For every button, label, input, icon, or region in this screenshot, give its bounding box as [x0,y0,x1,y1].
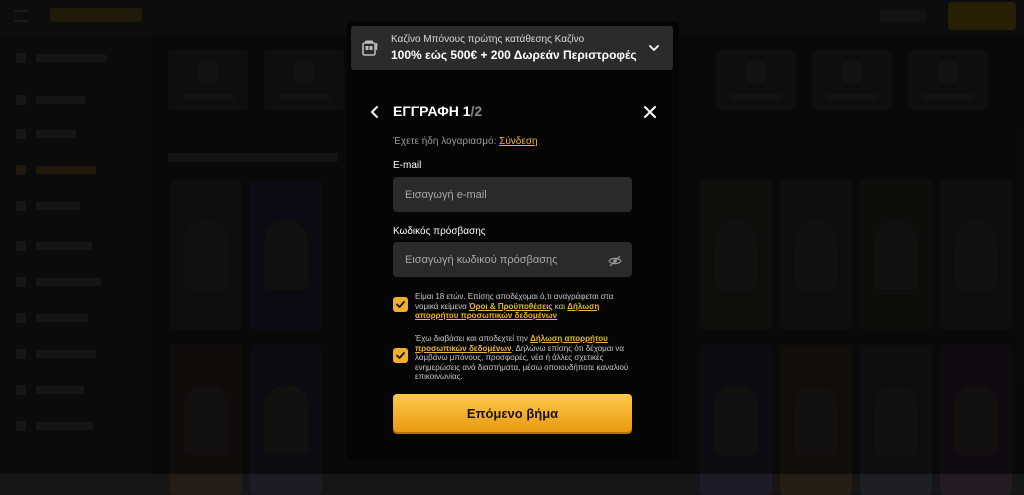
step-current: 1 [462,103,471,119]
page-title: ΕΓΓΡΑΦΗ 1/2 [393,103,482,119]
consent-text: και [552,301,568,311]
have-account-text: Έχετε ήδη λογαριασμό: Σύνδεση [393,136,538,147]
marketing-checkbox[interactable] [393,348,408,363]
email-label: E-mail [393,160,422,171]
title-text: ΕΓΓΡΑΦΗ [393,103,459,119]
email-field[interactable] [393,177,632,212]
promo-title: 100% εώς 500€ + 200 Δωρεάν Περιστροφές [391,48,637,62]
close-icon[interactable] [643,105,657,119]
promo-banner[interactable]: Καζίνο Μπόνους πρώτης κατάθεσης Καζίνο 1… [351,26,673,70]
terms-consent-text: Είμαι 18 ετών. Επίσης αποδέχομαι ό,τι αν… [415,292,633,321]
consent-text: Έχω διαβάσει και αποδεχτεί την [415,334,531,343]
have-account-prompt: Έχετε ήδη λογαριασμό: [393,136,497,147]
login-link[interactable]: Σύνδεση [499,136,537,147]
terms-checkbox[interactable] [393,297,408,312]
step-total: /2 [470,103,483,119]
chevron-left-icon[interactable] [369,105,381,119]
eye-slash-icon[interactable] [608,254,622,267]
check-icon [396,352,405,359]
password-field[interactable] [393,242,632,277]
chevron-down-icon[interactable] [647,41,661,55]
check-icon [396,301,405,308]
terms-link[interactable]: Όροι & Προϋποθέσεις [469,302,553,311]
registration-modal: Καζίνο Μπόνους πρώτης κατάθεσης Καζίνο 1… [347,21,679,460]
slot-machine-icon [361,39,379,57]
next-step-button[interactable]: Επόμενο βήμα [393,394,632,432]
password-label: Κωδικός πρόσβασης [393,226,486,237]
promo-subtitle: Καζίνο Μπόνους πρώτης κατάθεσης Καζίνο [391,34,585,45]
marketing-consent-text: Έχω διαβάσει και αποδεχτεί την Δήλωση απ… [415,334,633,382]
